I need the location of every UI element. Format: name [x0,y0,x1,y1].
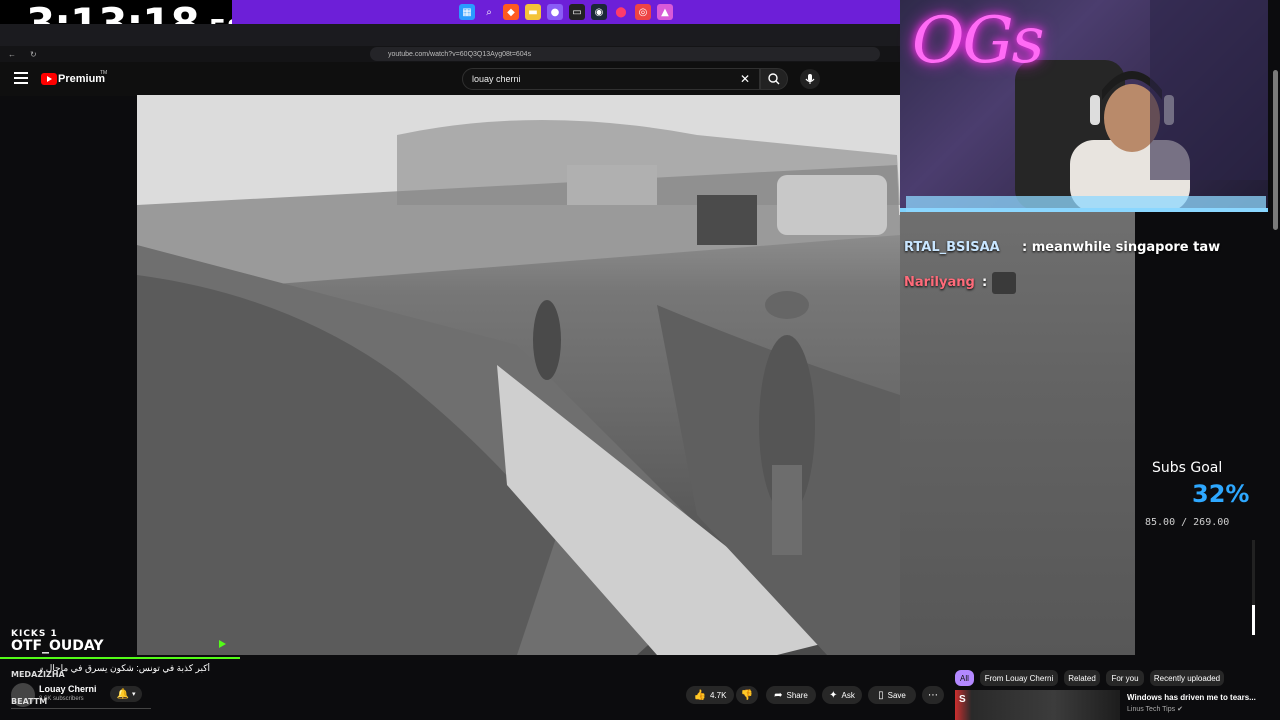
dislike-button[interactable]: 👎 [736,686,758,704]
chip-related[interactable]: Related [1064,670,1100,686]
chat-username: RTAL_BSISAA [904,240,1000,255]
share-icon: ➦ [774,689,783,701]
steam-icon[interactable]: ◉ [591,4,607,20]
recommendation-thumbnail[interactable] [955,690,1120,720]
back-icon[interactable]: ← [8,50,16,59]
save-button[interactable]: ▯ Save [868,686,916,704]
share-button[interactable]: ➦ Share [766,686,816,704]
thumbs-up-icon: 👍 [693,689,706,701]
subs-goal-count: 85.00 / 269.00 [1145,517,1230,528]
recommendation-title[interactable]: Windows has driven me to tears... [1127,693,1256,702]
video-player[interactable] [137,95,900,655]
hamburger-menu-icon[interactable] [14,72,28,84]
windows-taskbar: ▦ ⌕ ◆ ▬ ● ▭ ◉ ⬤ ◎ ▲ [232,0,900,24]
bell-icon: 🔔 [116,688,129,700]
webcam-border [906,196,1266,212]
like-count: 4.7K [709,690,727,700]
more-icon: ⋯ [928,689,938,701]
voice-search-icon[interactable] [800,69,820,89]
windows-start-icon[interactable]: ▦ [459,4,475,20]
thumbs-down-icon: 👎 [740,689,754,701]
like-button[interactable]: 👍 4.7K [686,686,734,704]
video-title: أكبر كذبة في تونس: شكون يسرق في ماجال سي… [40,663,210,673]
subscribe-bell-button[interactable]: 🔔 ▾ [110,686,142,702]
subs-goal-progress-bar [1252,605,1255,635]
clear-search-icon[interactable]: ✕ [740,72,750,86]
maps-pin-icon[interactable]: ⬤ [613,4,629,20]
chat-username: Narilyang [904,275,975,290]
verified-icon: ✔ [1177,706,1183,713]
chrome-icon[interactable]: ◎ [635,4,651,20]
game-icon[interactable]: ▲ [657,4,673,20]
search-input[interactable]: louay cherni [462,68,760,90]
neon-sign-logo: OGs [912,4,1044,78]
search-button[interactable] [760,68,788,90]
sparkle-icon: ✦ [829,689,838,701]
kicker-name: OTF_OUDAY [11,638,104,654]
save-label: Save [887,690,906,700]
chat-emote-icon [992,272,1016,294]
page-scrollbar[interactable] [1273,70,1278,230]
subs-goal-percent: 32% [1192,480,1250,508]
chip-all[interactable]: All [955,670,974,686]
kick-divider [0,657,240,659]
trademark-mark: TM [100,70,108,76]
kick-play-icon [219,640,226,648]
chevron-down-icon: ▾ [131,690,136,698]
reload-icon[interactable]: ↻ [30,50,37,59]
chip-from-channel[interactable]: From Louay Cherni [980,670,1058,686]
chat-message: : meanwhile singapore taw [1022,240,1221,255]
ask-button[interactable]: ✦ Ask [822,686,862,704]
youtube-play-glyph [47,76,52,82]
address-bar[interactable]: youtube.com/watch?v=60Q3Q13Ayg08t=604s [370,47,880,61]
search-icon[interactable]: ⌕ [481,4,497,20]
more-actions-button[interactable]: ⋯ [922,686,944,704]
terminal-icon[interactable]: ▭ [569,4,585,20]
brave-browser-icon[interactable]: ◆ [503,4,519,20]
file-explorer-icon[interactable]: ▬ [525,4,541,20]
overlay-name: MEDAZIZHA [11,670,65,679]
app-icon[interactable]: ● [547,4,563,20]
share-label: Share [786,690,808,700]
overlay-name: BEATTM [11,697,48,706]
browser-tab-strip [0,24,900,48]
subs-goal-title: Subs Goal [1152,460,1223,476]
chat-message: : [982,275,988,290]
premium-label[interactable]: Premium [58,73,105,85]
chip-recently-uploaded[interactable]: Recently uploaded [1150,670,1224,686]
channel-name[interactable]: Louay Cherni [39,684,97,694]
thumbnail-badge: S [959,694,966,705]
ask-label: Ask [841,690,855,700]
recommendation-channel: Linus Tech Tips ✔ [1127,705,1183,713]
recommendation-channel-name: Linus Tech Tips [1127,706,1176,713]
bookmark-icon: ▯ [878,689,884,701]
chip-for-you[interactable]: For you [1106,670,1144,686]
divider [11,708,151,709]
